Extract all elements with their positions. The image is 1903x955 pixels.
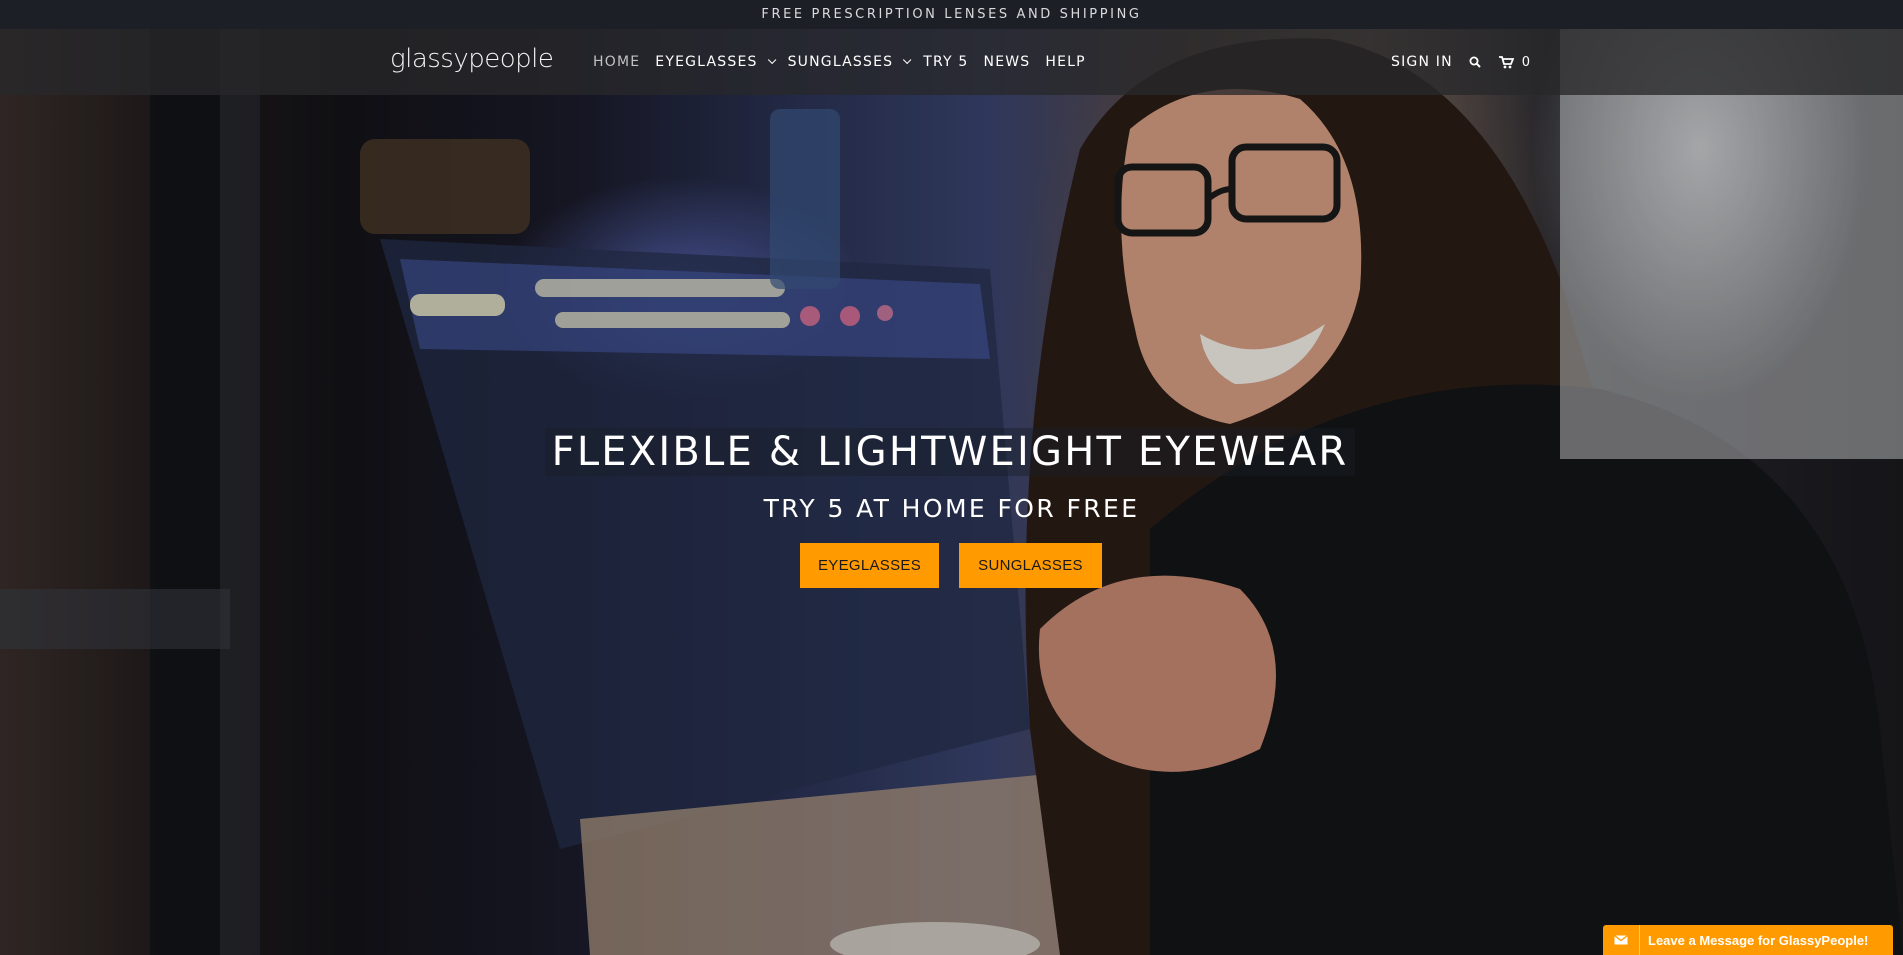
nav-item-eyeglasses[interactable]: EYEGLASSES xyxy=(655,54,776,70)
nav-item-label: NEWS xyxy=(983,54,1031,70)
nav-item-label: EYEGLASSES xyxy=(655,54,758,70)
chevron-down-icon xyxy=(903,55,912,65)
cart-button[interactable]: 0 xyxy=(1498,54,1531,70)
search-icon[interactable] xyxy=(1469,56,1481,68)
announcement-bar: FREE PRESCRIPTION LENSES AND SHIPPING xyxy=(0,0,1903,29)
header-actions: SIGN IN 0 xyxy=(1391,29,1530,95)
hero-subheading: TRY 5 AT HOME FOR FREE xyxy=(763,494,1140,523)
logo-text: glassypeople xyxy=(390,44,554,74)
chevron-down-icon xyxy=(767,55,776,65)
announcement-text: FREE PRESCRIPTION LENSES AND SHIPPING xyxy=(761,7,1142,22)
nav-item-label: HOME xyxy=(593,54,641,70)
hero-headline: FLEXIBLE & LIGHTWEIGHT EYEWEAR xyxy=(551,429,1349,475)
nav-item-news[interactable]: NEWS xyxy=(984,54,1031,70)
leave-message-widget[interactable]: Leave a Message for GlassyPeople! xyxy=(1603,925,1893,955)
cart-icon xyxy=(1498,55,1514,69)
site-header: glassypeople HOME EYEGLASSES SUNGLASSES … xyxy=(0,29,1903,95)
main-nav: HOME EYEGLASSES SUNGLASSES TRY 5 NEWS HE… xyxy=(593,29,1101,95)
nav-item-label: HELP xyxy=(1045,54,1086,70)
shop-eyeglasses-button[interactable]: EYEGLASSES xyxy=(800,543,939,588)
envelope-icon xyxy=(1603,925,1640,955)
nav-item-label: SUNGLASSES xyxy=(787,54,894,70)
hero-headline-box: FLEXIBLE & LIGHTWEIGHT EYEWEAR xyxy=(545,428,1355,476)
nav-item-sunglasses[interactable]: SUNGLASSES xyxy=(787,54,912,70)
nav-item-help[interactable]: HELP xyxy=(1045,54,1085,70)
cart-count: 0 xyxy=(1521,54,1531,70)
hero-overlay xyxy=(0,29,1903,955)
nav-item-home[interactable]: HOME xyxy=(593,54,640,70)
shop-sunglasses-button[interactable]: SUNGLASSES xyxy=(959,543,1102,588)
sign-in-link[interactable]: SIGN IN xyxy=(1391,54,1453,70)
nav-item-try-5[interactable]: TRY 5 xyxy=(923,54,968,70)
hero-background-image xyxy=(0,29,1903,955)
site-logo[interactable]: glassypeople xyxy=(390,39,554,79)
leave-message-label: Leave a Message for GlassyPeople! xyxy=(1648,932,1869,948)
nav-item-label: TRY 5 xyxy=(923,54,969,70)
